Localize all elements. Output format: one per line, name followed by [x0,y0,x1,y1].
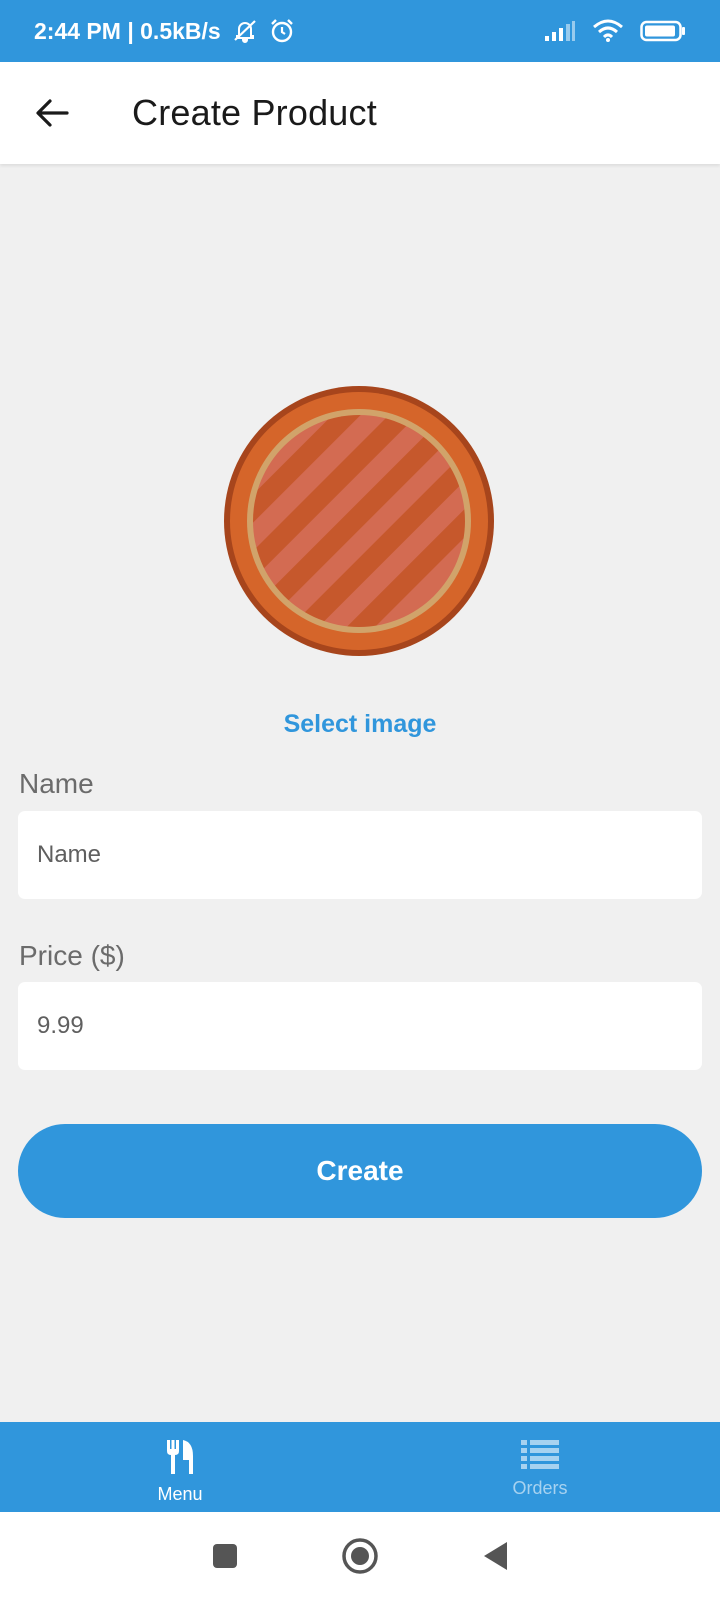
wifi-icon [592,19,624,43]
price-input[interactable] [18,982,702,1070]
status-left: 2:44 PM | 0.5kB/s [34,18,295,45]
bell-off-icon [231,18,259,44]
signal-icon [544,20,576,42]
status-right [544,19,686,43]
status-bar: 2:44 PM | 0.5kB/s [0,0,720,62]
price-label: Price ($) [19,940,125,971]
tab-orders[interactable]: Orders [360,1422,720,1512]
list-icon [521,1440,559,1469]
create-product-form: Select image Name Price ($) Create [0,164,720,1422]
fork-knife-icon [167,1440,193,1474]
status-time-speed: 2:44 PM | 0.5kB/s [34,17,221,44]
recents-square-icon[interactable] [211,1542,239,1570]
back-triangle-icon[interactable] [481,1540,509,1572]
home-circle-icon[interactable] [341,1537,379,1575]
alarm-icon [269,18,295,44]
system-nav-bar [0,1512,720,1600]
name-label: Name [19,768,94,799]
product-image[interactable] [222,384,496,658]
tab-label: Orders [512,1478,568,1498]
battery-icon [640,20,686,42]
tab-label: Menu [157,1484,203,1504]
tab-menu[interactable]: Menu [0,1422,360,1512]
create-button[interactable]: Create [18,1124,702,1218]
back-button[interactable] [0,62,104,164]
page-title: Create Product [132,92,377,133]
app-bar: Create Product [0,62,720,164]
name-input[interactable] [18,811,702,899]
tab-bar: Menu Orders [0,1422,720,1512]
arrow-left-icon [36,99,69,127]
select-image-button[interactable]: Select image [0,710,720,739]
